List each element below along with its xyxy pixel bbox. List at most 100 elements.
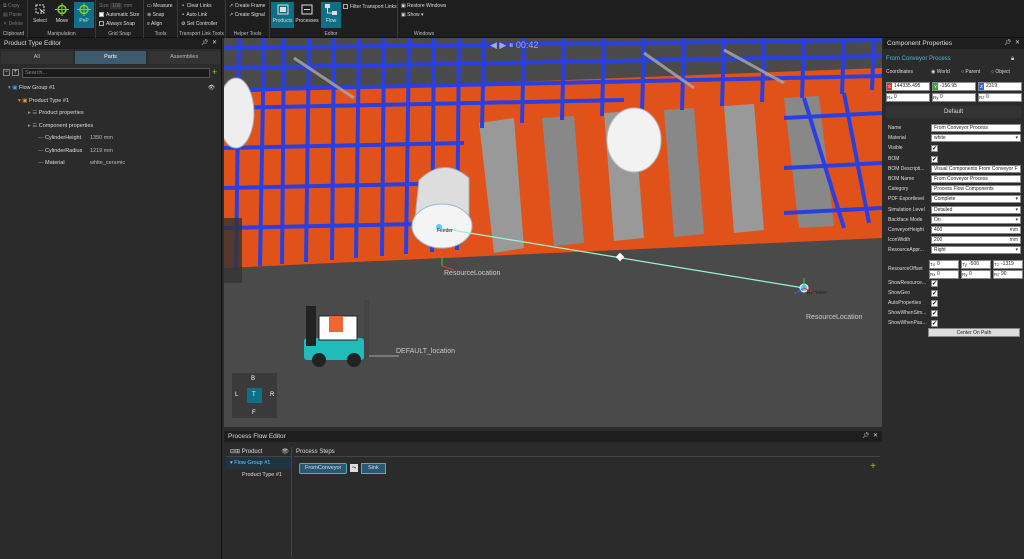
navcube-right[interactable]: R [270,392,274,398]
3d-viewport[interactable]: ◀ ▶ ⏸ 00:42 Feeder ResourceLocation Rece… [224,38,882,427]
copy-button[interactable]: ⧉ Copy [3,3,20,9]
offset-tx[interactable]: Tx 0 [929,260,959,269]
coord-x[interactable]: X 144335.495 [886,82,930,91]
close-icon[interactable]: ✕ [212,40,217,46]
property-input[interactable]: 200 [931,236,1021,245]
navcube-bottom[interactable]: F [252,410,256,416]
property-checkbox[interactable]: ✔ [931,280,938,287]
restore-windows-button[interactable]: ▣ Restore Windows [401,3,446,9]
property-dropdown[interactable]: On [931,215,1021,224]
expand-all-icon[interactable]: + [12,69,19,76]
tree-item[interactable]: — CylinderRadius 1219 mm [0,145,221,158]
close-icon[interactable]: ✕ [873,433,878,439]
tree-item[interactable]: ▸ ☰ Component properties [0,120,221,133]
add-step-icon[interactable]: + [870,461,876,472]
tree-item[interactable]: ▸ ☰ Product properties [0,107,221,120]
move-button[interactable]: Move [52,2,72,28]
coord-mode-world[interactable]: ◉ World [931,69,950,75]
coord-z[interactable]: Z 2319 [978,82,1022,91]
tab-default[interactable]: Default [886,106,1021,118]
coord-y[interactable]: Y -156.95 [932,82,976,91]
offset-ry[interactable]: Ry 0 [961,270,991,279]
pin-icon[interactable]: 📌︎ [862,433,870,439]
navcube-top[interactable]: B [251,376,255,382]
visibility-icon[interactable]: 👁︎ [281,447,289,457]
step-from-conveyor[interactable]: FromConveyor [299,463,348,474]
automatic-size-checkbox[interactable]: Automatic Size [99,12,139,18]
expand-arrow-icon[interactable]: ▸ ☰ [28,110,39,116]
auto-link-button[interactable]: ⚬ Auto Link [181,12,207,18]
step-link-icon[interactable]: ⤳ [350,464,358,472]
property-input[interactable]: 400 [931,226,1021,234]
create-signal-button[interactable]: ↗ Create Signal [229,12,265,18]
offset-rz[interactable]: Rz 90 [993,270,1023,279]
snap-button[interactable]: ⊕ Snap [147,12,164,18]
coord-ry[interactable]: Ry 0 [932,93,976,102]
add-icon[interactable]: + [212,67,217,77]
tab-parts[interactable]: Parts [74,51,147,64]
property-checkbox[interactable]: ✔ [931,320,938,327]
tree-item[interactable]: ▾ ▣ Flow Group #1 👁︎ [0,82,221,95]
step-sink[interactable]: Sink [361,463,386,474]
tree-item[interactable]: — CylinderHeight 1350 mm [0,132,221,145]
select-button[interactable]: Select [30,2,50,28]
create-frame-button[interactable]: ↗ Create Frame [229,3,265,9]
flow-button[interactable]: Flow [321,2,341,28]
pin-icon[interactable]: 📌︎ [1004,40,1012,46]
expand-icon[interactable]: ⊞ [235,449,240,455]
property-dropdown[interactable]: Right [931,246,1021,255]
pin-icon[interactable]: 📌︎ [201,40,209,46]
property-checkbox[interactable]: ✔ [931,145,938,153]
property-checkbox[interactable]: ✔ [931,310,938,317]
show-dropdown[interactable]: ▣ Show ▾ [401,12,424,18]
coord-rx[interactable]: Rx 0 [886,93,930,102]
property-checkbox[interactable]: ✔ [931,290,938,297]
property-input[interactable]: From Conveyor Process [931,124,1021,132]
products-button[interactable]: Products [271,2,294,28]
tree-item-value: white_ceramic [90,160,126,166]
property-checkbox[interactable]: ✔ [931,155,938,163]
always-snap-checkbox[interactable]: Always Snap [99,21,135,27]
expand-arrow-icon[interactable]: ▾ ▣ [18,98,29,104]
expand-arrow-icon[interactable]: ▸ ☰ [28,123,39,129]
delete-button[interactable]: ✕ Delete [3,21,23,27]
offset-tz[interactable]: Tz -1319 [993,260,1023,269]
coord-rz[interactable]: Rz 0 [978,93,1022,102]
product-type-row[interactable]: Product Type #1 [226,469,291,481]
pnp-button[interactable]: PnP [74,2,94,28]
paste-button[interactable]: ▤ Paste [3,12,22,18]
tree-item[interactable]: — Material white_ceramic [0,157,221,170]
tab-assemblies[interactable]: Assemblies [148,51,221,64]
collapse-all-icon[interactable]: − [3,69,10,76]
property-input[interactable]: From Conveyor Process [931,175,1021,183]
offset-rx[interactable]: Rx 0 [929,270,959,279]
grid-size-field[interactable]: Size 100 mm [99,3,132,9]
processes-button[interactable]: Processes [295,2,319,28]
flow-group-row[interactable]: ▾ Flow Group #1 [226,457,291,469]
lock-icon[interactable]: 🔒︎ [1011,56,1014,63]
viewport-mini-toolbar[interactable] [224,218,242,283]
property-input[interactable]: Process Flow Components [931,185,1021,194]
property-checkbox[interactable]: ✔ [931,300,938,307]
navcube-left[interactable]: L [235,392,238,398]
navcube-center[interactable]: T [252,392,256,398]
close-icon[interactable]: ✕ [1015,40,1020,46]
coord-mode-object[interactable]: ○ Object [991,69,1010,75]
visibility-icon[interactable]: 👁︎ [208,82,215,95]
expand-arrow-icon[interactable]: ▾ ▣ [8,85,19,91]
tab-all[interactable]: All [1,51,73,64]
property-input[interactable]: Visual Components From Conveyor F [931,164,1021,173]
property-dropdown[interactable]: white [931,134,1021,143]
set-controller-button[interactable]: ⚙ Set Controller [181,21,217,27]
property-dropdown[interactable]: Detailed [931,205,1021,214]
clear-links-button[interactable]: ⚬ Clear Links [181,3,212,9]
measure-button[interactable]: ▭ Measure [147,3,173,9]
offset-ty[interactable]: Ty -500 [961,260,991,269]
coord-mode-parent[interactable]: ○ Parent [961,69,980,75]
align-button[interactable]: ≡ Align [147,21,162,27]
filter-transport-links-checkbox[interactable]: Filter Transport Links [343,4,397,10]
tree-item[interactable]: ▾ ▣ Product Type #1 [0,95,221,108]
center-on-path-button[interactable]: Center On Path [928,328,1020,337]
property-dropdown[interactable]: Complete [931,195,1021,204]
search-input[interactable]: Search... [22,68,210,78]
